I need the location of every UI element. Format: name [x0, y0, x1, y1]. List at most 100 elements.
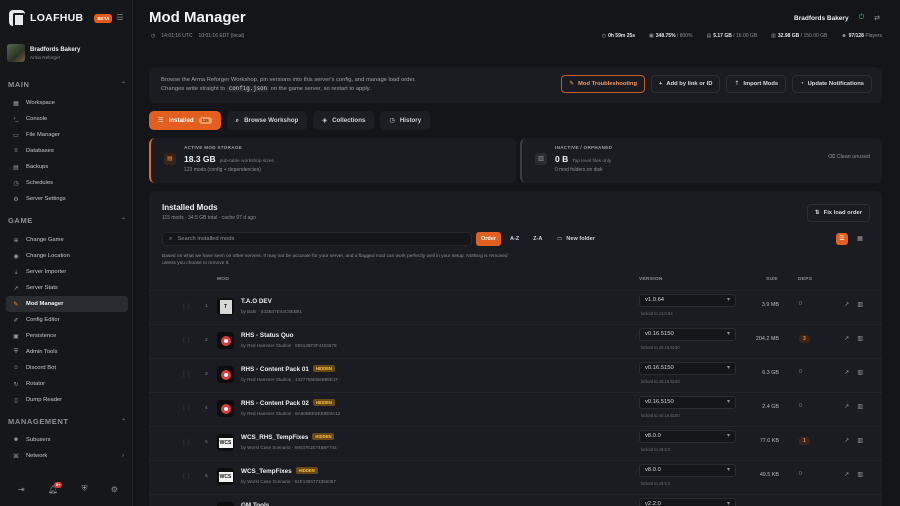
import-mods-button[interactable]: ⇡ Import Mods: [726, 75, 787, 93]
sidebar-item-change-game[interactable]: ⊕ Change Game: [6, 232, 128, 248]
add-by-link-button[interactable]: + Add by link or ID: [651, 75, 721, 93]
tab-collections[interactable]: ◈ Collections: [313, 111, 375, 130]
version-select[interactable]: v0.16.5150: [639, 362, 736, 375]
new-folder-label: New folder: [566, 236, 595, 242]
sort-za-button[interactable]: Z-A: [528, 232, 547, 246]
sidebar-item-network[interactable]: ⌘ Network ›: [6, 448, 128, 464]
new-folder-button[interactable]: ▭ New folder: [557, 232, 595, 246]
server-name: Bradfords Bakery: [30, 46, 81, 53]
compatibility-note: Based on what we have seen on other serv…: [162, 254, 508, 266]
version-select[interactable]: v8.0.0: [639, 430, 736, 443]
drag-handle-icon[interactable]: ⋮⋮: [181, 337, 192, 344]
external-link-icon[interactable]: ↗: [844, 335, 849, 342]
sidebar-item-schedules[interactable]: ◷ Schedules: [6, 175, 128, 191]
external-link-icon[interactable]: ↗: [844, 437, 849, 444]
sidebar-item-mod-manager[interactable]: ✎ Mod Manager: [6, 296, 128, 312]
sidebar-item-backups[interactable]: ▤ Backups: [6, 159, 128, 175]
version-select[interactable]: v0.16.5150: [639, 328, 736, 341]
mod-thumbnail: [217, 366, 234, 383]
drag-handle-icon[interactable]: ⋮⋮: [181, 405, 192, 412]
swap-server-icon[interactable]: ⇄: [874, 14, 880, 22]
external-link-icon[interactable]: ↗: [844, 301, 849, 308]
sidebar-item-label: Admin Tools: [26, 349, 58, 355]
deps-count: 0: [799, 403, 802, 409]
trash-icon[interactable]: ▥: [857, 301, 863, 308]
sidebar-item-server-stats[interactable]: ↗ Server Stats: [6, 280, 128, 296]
sidebar-item-server-importer[interactable]: ⇣ Server Importer: [6, 264, 128, 280]
mod-name-text: RHS - Content Pack 01: [241, 366, 309, 373]
logout-icon[interactable]: ⇥: [18, 485, 25, 494]
notifications-icon[interactable]: 🔔︎ 9+: [48, 481, 63, 494]
sidebar-item-file-manager[interactable]: ▭ File Manager: [6, 127, 128, 143]
version-select[interactable]: v0.16.5150: [639, 396, 736, 409]
bell-icon: ◔: [800, 81, 804, 87]
sort-order-button[interactable]: Order: [476, 232, 501, 246]
active-storage-card: ▤ ACTIVE MOD STORAGE 18.3 GB pub-table wo…: [149, 138, 516, 183]
section-management[interactable]: MANAGEMENT ⌃: [8, 415, 126, 427]
shield-icon[interactable]: ⛨: [81, 484, 87, 494]
drag-handle-icon[interactable]: ⋮⋮: [181, 473, 192, 480]
grid-view-icon[interactable]: ▦: [854, 233, 866, 245]
sidebar-item-admin-tools[interactable]: ⛨ Admin Tools: [6, 344, 128, 360]
external-link-icon[interactable]: ↗: [844, 403, 849, 410]
app-root: LOAFHUB BETA ☰ Bradfords Bakery Arma Ref…: [0, 0, 900, 506]
table-row[interactable]: ⋮⋮ 5 WCS WCS_RHS_TempFixes HIDDEN by Worst Ca…: [149, 426, 882, 460]
update-notifications-button[interactable]: ◔ Update Notifications: [792, 75, 872, 93]
list-view-icon[interactable]: ☰: [836, 233, 848, 245]
sidebar-item-databases[interactable]: ≡ Databases: [6, 143, 128, 159]
search-input[interactable]: [177, 236, 458, 242]
clean-unused-button[interactable]: ⌫ Clean unused: [828, 154, 870, 160]
trash-icon[interactable]: ▥: [857, 437, 863, 444]
sidebar-item-config-editor[interactable]: ✐ Config Editor: [6, 312, 128, 328]
section-main[interactable]: MAIN ⌃: [8, 78, 126, 90]
drag-handle-icon[interactable]: ⋮⋮: [181, 303, 192, 310]
table-row[interactable]: ⋮⋮ 6 WCS WCS_TempFixes HIDDEN by Worst Case S…: [149, 460, 882, 494]
sidebar-item-discord-bot[interactable]: ☺ Discord Bot: [6, 360, 128, 376]
external-link-icon[interactable]: ↗: [844, 369, 849, 376]
sidebar-item-persistence[interactable]: ▣ Persistence: [6, 328, 128, 344]
deps-count[interactable]: 3: [799, 335, 810, 343]
sidebar-item-workspace[interactable]: ▦ Workspace: [6, 95, 128, 111]
drag-handle-icon[interactable]: ⋮⋮: [181, 371, 192, 378]
trash-icon[interactable]: ▥: [857, 471, 863, 478]
section-game[interactable]: GAME ⌃: [8, 214, 126, 226]
mod-troubleshooting-button[interactable]: ✎ Mod Troubleshooting: [561, 75, 646, 93]
table-row[interactable]: ⋮⋮ 4 RHS - Content Pack 02 HIDDEN by Red Ham…: [149, 392, 882, 426]
drag-handle-icon[interactable]: ⋮⋮: [181, 439, 192, 446]
table-row[interactable]: ⋮⋮7GMGM Toolsv2.2.0: [149, 494, 882, 506]
archive-icon: ▤: [13, 164, 19, 171]
version-select[interactable]: v8.0.0: [639, 464, 736, 477]
tab-installed[interactable]: ☰ Installed 115: [149, 111, 221, 130]
mod-name: GM Tools: [241, 502, 269, 506]
sort-az-button[interactable]: A-Z: [505, 232, 524, 246]
plus-icon: +: [659, 81, 663, 87]
deps-count[interactable]: 1: [799, 437, 810, 445]
sidebar-item-change-location[interactable]: ◉ Change Location: [6, 248, 128, 264]
collapse-sidebar-icon[interactable]: ☰: [114, 12, 126, 24]
sidebar-item-dump-reader[interactable]: ▯ Dump Reader: [6, 392, 128, 408]
server-switcher[interactable]: Bradfords Bakery Arma Reforger: [7, 43, 127, 63]
table-row[interactable]: ⋮⋮ 2 RHS - Status Quo by Red Hammer Studios…: [149, 324, 882, 358]
sidebar-item-server-settings[interactable]: ⚙ Server Settings: [6, 191, 128, 207]
sidebar-item-rotator[interactable]: ↻ Rotator: [6, 376, 128, 392]
external-link-icon[interactable]: ↗: [844, 471, 849, 478]
fix-load-order-button[interactable]: ⇅ Fix load order: [806, 204, 870, 222]
tab-history[interactable]: ◷ History: [380, 111, 431, 130]
settings-gear-icon[interactable]: ⚙: [111, 485, 118, 494]
trash-icon[interactable]: ▥: [857, 335, 863, 342]
trash-icon[interactable]: ▥: [857, 403, 863, 410]
power-icon[interactable]: ⏻: [859, 14, 865, 22]
version-select[interactable]: v2.2.0: [639, 498, 736, 506]
version-lock-note: locked to v0.16.5150: [641, 413, 680, 418]
brand[interactable]: LOAFHUB BETA: [9, 10, 113, 27]
table-row[interactable]: ⋮⋮ 1 T T.A.O DEV by Bahr · 633B47E44C8EB81 v1…: [149, 290, 882, 324]
mod-name: RHS - Content Pack 01 HIDDEN: [241, 365, 335, 373]
trash-icon[interactable]: ▥: [857, 369, 863, 376]
sidebar-item-console[interactable]: ›_ Console: [6, 111, 128, 127]
version-select[interactable]: v1.0.64: [639, 294, 736, 307]
table-row[interactable]: ⋮⋮ 3 RHS - Content Pack 01 HIDDEN by Red Ham…: [149, 358, 882, 392]
nav-game: ⊕ Change Game ◉ Change Location ⇣ Server Impo…: [6, 232, 128, 408]
tab-browse-workshop[interactable]: ⌕ Browse Workshop: [226, 111, 308, 130]
sidebar-item-subusers[interactable]: ☻ Subusers: [6, 432, 128, 448]
page-title: Mod Manager: [149, 9, 246, 26]
